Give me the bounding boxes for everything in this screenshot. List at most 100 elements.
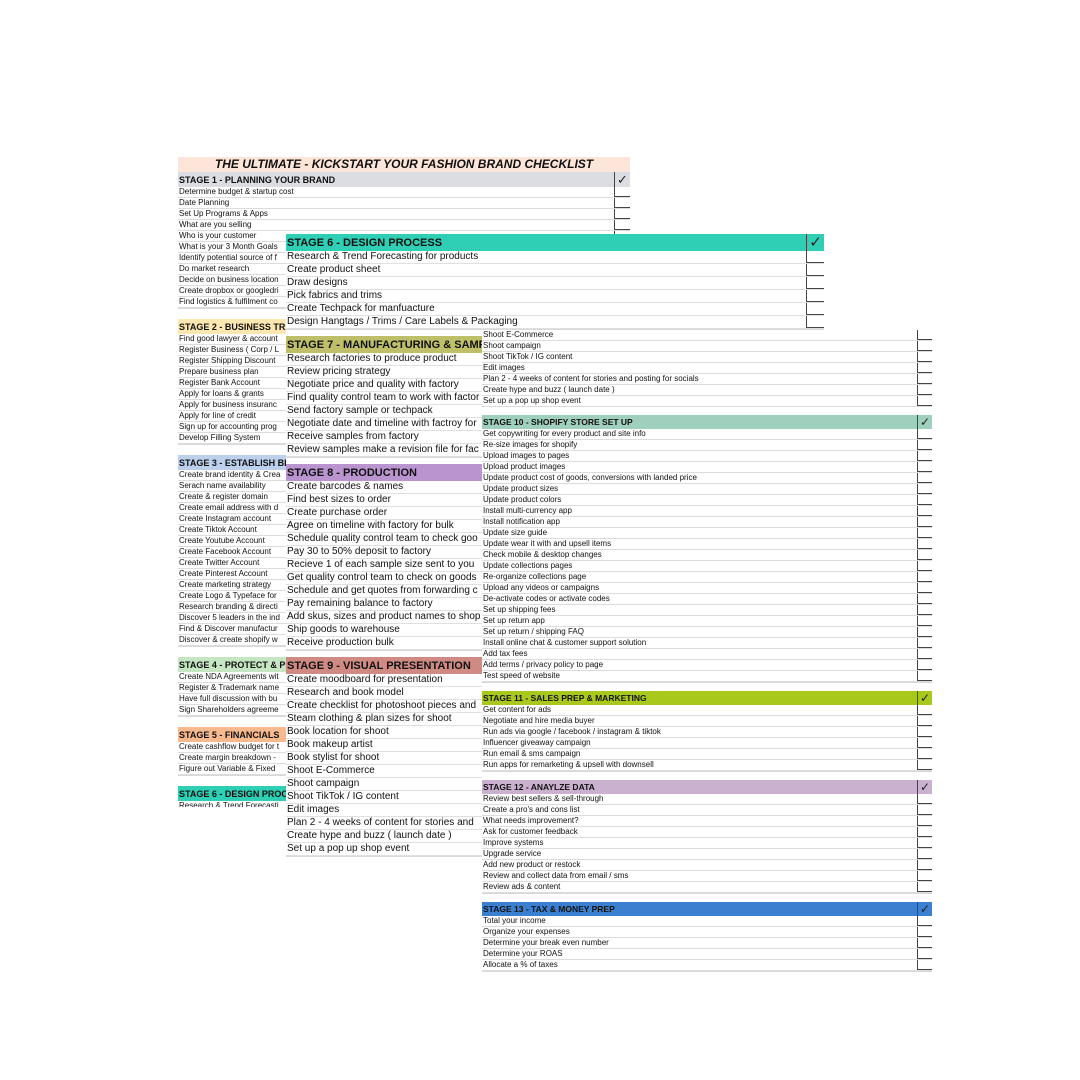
checklist-item: Run ads via google / facebook / instagra… bbox=[482, 727, 932, 738]
checklist-item: Add terms / privacy policy to page bbox=[482, 660, 932, 671]
item-checkbox[interactable] bbox=[917, 805, 932, 815]
item-checkbox[interactable] bbox=[917, 660, 932, 670]
item-checkbox[interactable] bbox=[917, 716, 932, 726]
item-checkbox[interactable] bbox=[917, 561, 932, 571]
item-label: Plan 2 - 4 weeks of content for stories … bbox=[483, 374, 699, 383]
item-checkbox[interactable] bbox=[917, 916, 932, 926]
item-label: Create product sheet bbox=[287, 264, 381, 275]
item-checkbox[interactable] bbox=[917, 517, 932, 527]
stage-header: STAGE 11 - SALES PREP & MARKETING ✓ bbox=[482, 691, 932, 705]
item-label: Improve systems bbox=[483, 838, 544, 847]
item-checkbox[interactable] bbox=[917, 330, 932, 340]
item-checkbox[interactable] bbox=[806, 290, 824, 302]
item-checkbox[interactable] bbox=[917, 506, 932, 516]
item-checkbox[interactable] bbox=[917, 627, 932, 637]
checklist-item: Negotiate and hire media buyer bbox=[482, 716, 932, 727]
item-checkbox[interactable] bbox=[806, 303, 824, 315]
item-label: Get copywriting for every product and si… bbox=[483, 429, 646, 438]
item-checkbox[interactable] bbox=[917, 794, 932, 804]
checklist-item: Re-organize collections page bbox=[482, 572, 932, 583]
item-checkbox[interactable] bbox=[806, 316, 824, 328]
checklist-item: Shoot E-Commerce bbox=[482, 330, 932, 341]
item-checkbox[interactable] bbox=[917, 860, 932, 870]
check-mark-icon: ✓ bbox=[917, 691, 932, 705]
item-checkbox[interactable] bbox=[917, 528, 932, 538]
item-checkbox[interactable] bbox=[917, 749, 932, 759]
item-checkbox[interactable] bbox=[917, 572, 932, 582]
item-label: Date Planning bbox=[179, 198, 230, 207]
item-checkbox[interactable] bbox=[917, 451, 932, 461]
item-checkbox[interactable] bbox=[917, 429, 932, 439]
item-checkbox[interactable] bbox=[917, 827, 932, 837]
stage-title: STAGE 6 - DESIGN PROCESS bbox=[287, 236, 443, 249]
checklist-item: Set up return / shipping FAQ bbox=[482, 627, 932, 638]
checklist-item: Determine your ROAS bbox=[482, 949, 932, 960]
item-label: Review ads & content bbox=[483, 882, 561, 891]
item-label: Create hype and buzz ( launch date ) bbox=[483, 385, 615, 394]
item-checkbox[interactable] bbox=[806, 277, 824, 289]
item-checkbox[interactable] bbox=[614, 209, 630, 219]
item-checkbox[interactable] bbox=[917, 727, 932, 737]
item-checkbox[interactable] bbox=[917, 705, 932, 715]
item-checkbox[interactable] bbox=[917, 960, 932, 970]
item-checkbox[interactable] bbox=[917, 495, 932, 505]
item-checkbox[interactable] bbox=[917, 938, 932, 948]
item-label: Draw designs bbox=[287, 277, 348, 288]
item-checkbox[interactable] bbox=[917, 760, 932, 770]
checklist-item: Review ads & content bbox=[482, 882, 932, 893]
item-checkbox[interactable] bbox=[917, 638, 932, 648]
checklist-item: Upload images to pages bbox=[482, 451, 932, 462]
item-checkbox[interactable] bbox=[917, 949, 932, 959]
item-checkbox[interactable] bbox=[917, 396, 932, 406]
checklist-item: Re-size images for shopify bbox=[482, 440, 932, 451]
item-checkbox[interactable] bbox=[806, 264, 824, 276]
item-checkbox[interactable] bbox=[917, 539, 932, 549]
item-checkbox[interactable] bbox=[917, 550, 932, 560]
item-checkbox[interactable] bbox=[917, 649, 932, 659]
item-checkbox[interactable] bbox=[917, 605, 932, 615]
checklist-item: Install notification app bbox=[482, 517, 932, 528]
item-checkbox[interactable] bbox=[917, 738, 932, 748]
item-checkbox[interactable] bbox=[917, 484, 932, 494]
stage-title: STAGE 1 - PLANNING YOUR BRAND bbox=[179, 174, 336, 185]
sheet-c-top-items: Shoot E-Commerce Shoot campaign Shoot TikT… bbox=[482, 330, 932, 415]
checklist-item: Ask for customer feedback bbox=[482, 827, 932, 838]
item-checkbox[interactable] bbox=[917, 838, 932, 848]
item-checkbox[interactable] bbox=[917, 816, 932, 826]
item-label: Set up return app bbox=[483, 616, 545, 625]
stage-header: STAGE 1 - PLANNING YOUR BRAND ✓ bbox=[178, 172, 630, 187]
item-label: Set up a pop up shop event bbox=[483, 396, 581, 405]
item-label: Negotiate and hire media buyer bbox=[483, 716, 595, 725]
item-checkbox[interactable] bbox=[917, 352, 932, 362]
check-mark-icon: ✓ bbox=[614, 172, 630, 187]
item-checkbox[interactable] bbox=[614, 187, 630, 197]
item-checkbox[interactable] bbox=[917, 363, 932, 373]
item-checkbox[interactable] bbox=[806, 251, 824, 263]
item-checkbox[interactable] bbox=[917, 341, 932, 351]
item-label: Get content for ads bbox=[483, 705, 552, 714]
item-checkbox[interactable] bbox=[917, 374, 932, 384]
item-checkbox[interactable] bbox=[917, 849, 932, 859]
item-checkbox[interactable] bbox=[917, 594, 932, 604]
checklist-item: Update product colors bbox=[482, 495, 932, 506]
item-label: Add new product or restock bbox=[483, 860, 581, 869]
item-checkbox[interactable] bbox=[917, 473, 932, 483]
checklist-item: Shoot TikTok / IG content bbox=[482, 352, 932, 363]
item-checkbox[interactable] bbox=[917, 871, 932, 881]
item-checkbox[interactable] bbox=[917, 927, 932, 937]
item-checkbox[interactable] bbox=[917, 583, 932, 593]
item-checkbox[interactable] bbox=[917, 671, 932, 681]
item-checkbox[interactable] bbox=[917, 462, 932, 472]
item-label: Allocate a % of taxes bbox=[483, 960, 558, 969]
item-checkbox[interactable] bbox=[917, 385, 932, 395]
item-checkbox[interactable] bbox=[917, 440, 932, 450]
item-checkbox[interactable] bbox=[614, 198, 630, 208]
checklist-item: What are you selling bbox=[178, 220, 630, 231]
item-checkbox[interactable] bbox=[917, 882, 932, 892]
item-checkbox[interactable] bbox=[917, 616, 932, 626]
item-label: Pick fabrics and trims bbox=[287, 290, 383, 301]
item-label: Review best sellers & sell-through bbox=[483, 794, 604, 803]
item-checkbox[interactable] bbox=[614, 220, 630, 230]
